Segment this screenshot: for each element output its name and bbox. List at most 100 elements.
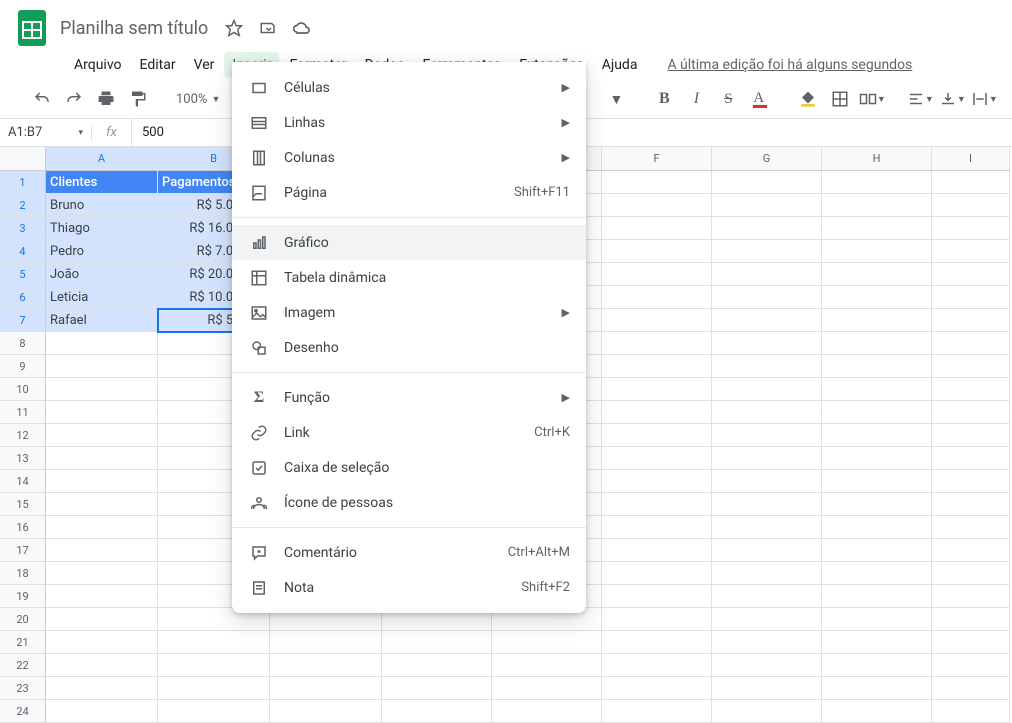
cell[interactable] — [822, 194, 932, 217]
cell[interactable]: Bruno — [46, 194, 158, 217]
cell[interactable] — [712, 677, 822, 700]
cell[interactable] — [822, 171, 932, 194]
cell[interactable] — [602, 493, 712, 516]
cell[interactable] — [932, 263, 1010, 286]
row-header[interactable]: 17 — [0, 539, 46, 562]
cell[interactable] — [822, 608, 932, 631]
row-header[interactable]: 23 — [0, 677, 46, 700]
cell[interactable] — [382, 700, 492, 723]
cell[interactable] — [46, 631, 158, 654]
cell[interactable] — [382, 677, 492, 700]
cell[interactable]: Leticia — [46, 286, 158, 309]
fill-color-button[interactable] — [794, 86, 822, 112]
row-header[interactable]: 3 — [0, 217, 46, 240]
row-header[interactable]: 4 — [0, 240, 46, 263]
cell[interactable] — [46, 355, 158, 378]
cell[interactable]: João — [46, 263, 158, 286]
cell[interactable] — [712, 332, 822, 355]
bold-button[interactable]: B — [650, 86, 678, 112]
menu-item-arquivo[interactable]: Arquivo — [66, 52, 130, 78]
cell[interactable] — [158, 677, 270, 700]
sheets-logo[interactable] — [12, 8, 52, 48]
cell[interactable] — [46, 516, 158, 539]
cell[interactable] — [932, 171, 1010, 194]
cell[interactable] — [382, 631, 492, 654]
cell[interactable] — [46, 493, 158, 516]
cell[interactable] — [712, 493, 822, 516]
cell[interactable] — [270, 700, 382, 723]
cell[interactable] — [822, 677, 932, 700]
cell[interactable] — [602, 677, 712, 700]
cell[interactable] — [602, 217, 712, 240]
cell[interactable] — [382, 654, 492, 677]
cell[interactable] — [932, 677, 1010, 700]
row-header[interactable]: 10 — [0, 378, 46, 401]
cloud-status-icon[interactable] — [292, 18, 312, 38]
row-header[interactable]: 11 — [0, 401, 46, 424]
menu-option-imagem[interactable]: Imagem▶ — [232, 295, 586, 330]
row-header[interactable]: 24 — [0, 700, 46, 723]
print-button[interactable] — [92, 86, 120, 112]
cell[interactable] — [270, 631, 382, 654]
cell[interactable] — [602, 424, 712, 447]
cell[interactable] — [932, 240, 1010, 263]
menu-option-colunas[interactable]: Colunas▶ — [232, 140, 586, 175]
text-wrap-button[interactable]: ▼ — [970, 86, 998, 112]
menu-option-função[interactable]: ΣFunção▶ — [232, 380, 586, 415]
cell[interactable] — [822, 217, 932, 240]
cell[interactable] — [822, 493, 932, 516]
cell[interactable] — [602, 562, 712, 585]
cell[interactable] — [932, 654, 1010, 677]
menu-option-link[interactable]: LinkCtrl+K — [232, 415, 586, 450]
row-header[interactable]: 15 — [0, 493, 46, 516]
menu-item-ver[interactable]: Ver — [186, 52, 223, 78]
cell[interactable] — [602, 263, 712, 286]
cell[interactable] — [602, 332, 712, 355]
cell[interactable] — [932, 447, 1010, 470]
cell[interactable] — [932, 493, 1010, 516]
cell[interactable] — [932, 539, 1010, 562]
row-header[interactable]: 20 — [0, 608, 46, 631]
row-header[interactable]: 5 — [0, 263, 46, 286]
cell[interactable] — [822, 263, 932, 286]
col-header-I[interactable]: I — [932, 147, 1010, 171]
col-header-A[interactable]: A — [46, 147, 158, 171]
cell[interactable] — [822, 700, 932, 723]
cell[interactable] — [712, 286, 822, 309]
cell[interactable] — [712, 194, 822, 217]
menu-option-ícone-de-pessoas[interactable]: Ícone de pessoas — [232, 485, 586, 520]
cell[interactable] — [602, 585, 712, 608]
cell[interactable] — [932, 332, 1010, 355]
move-icon[interactable] — [258, 18, 278, 38]
cell[interactable] — [932, 217, 1010, 240]
cell[interactable] — [712, 631, 822, 654]
row-header[interactable]: 12 — [0, 424, 46, 447]
row-header[interactable]: 2 — [0, 194, 46, 217]
cell[interactable] — [822, 585, 932, 608]
borders-button[interactable] — [826, 86, 854, 112]
menu-option-desenho[interactable]: Desenho — [232, 330, 586, 365]
cell[interactable] — [492, 677, 602, 700]
cell[interactable] — [712, 240, 822, 263]
cell[interactable] — [932, 355, 1010, 378]
merge-cells-button[interactable]: ▼ — [858, 86, 886, 112]
menu-option-linhas[interactable]: Linhas▶ — [232, 105, 586, 140]
cell[interactable] — [602, 309, 712, 332]
cell[interactable] — [712, 608, 822, 631]
col-header-F[interactable]: F — [602, 147, 712, 171]
row-header[interactable]: 13 — [0, 447, 46, 470]
cell[interactable] — [822, 378, 932, 401]
cell[interactable] — [712, 470, 822, 493]
zoom-select[interactable]: 100%▼ — [172, 92, 224, 107]
text-color-button[interactable]: A — [746, 86, 774, 112]
cell[interactable] — [932, 424, 1010, 447]
cell[interactable] — [712, 539, 822, 562]
cell[interactable] — [822, 654, 932, 677]
cell[interactable] — [712, 447, 822, 470]
cell[interactable] — [932, 516, 1010, 539]
cell[interactable] — [602, 171, 712, 194]
cell[interactable] — [712, 171, 822, 194]
cell[interactable] — [46, 700, 158, 723]
cell[interactable] — [932, 401, 1010, 424]
cell[interactable] — [602, 631, 712, 654]
